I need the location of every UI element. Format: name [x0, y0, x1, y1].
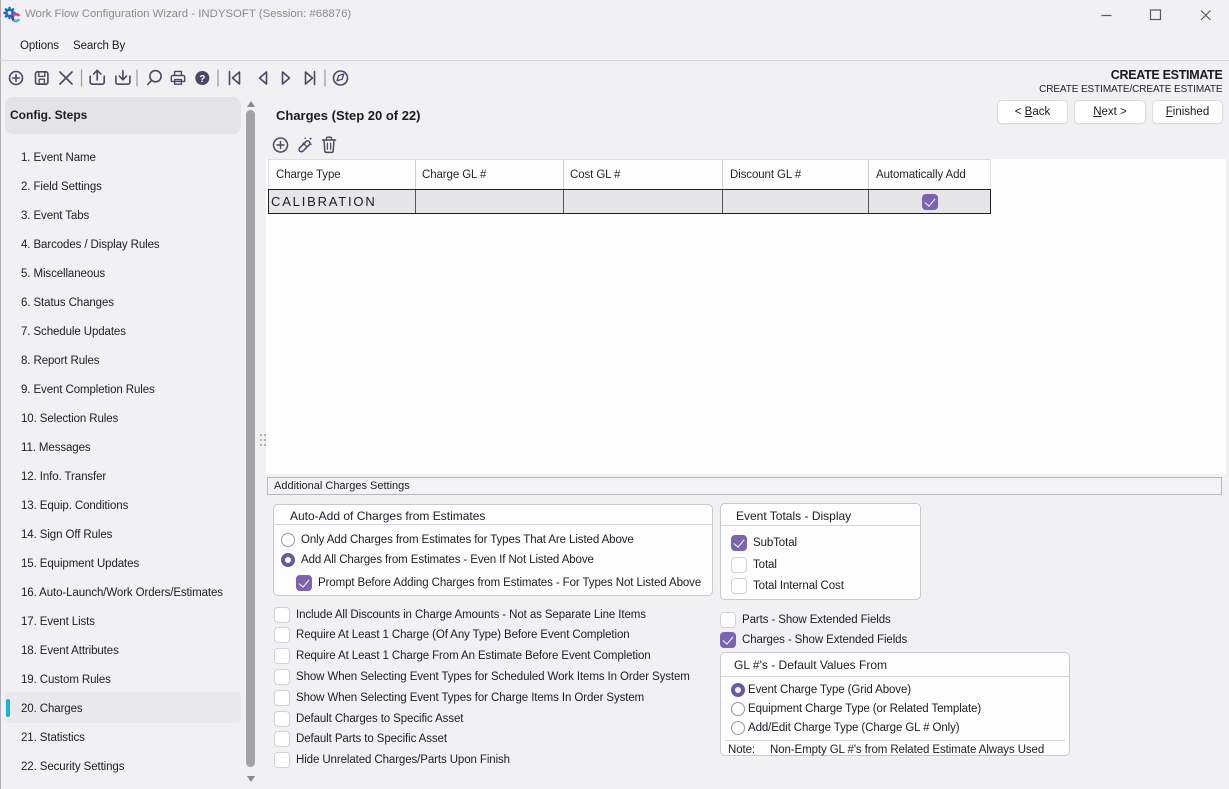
svg-text:?: ? — [199, 74, 205, 85]
